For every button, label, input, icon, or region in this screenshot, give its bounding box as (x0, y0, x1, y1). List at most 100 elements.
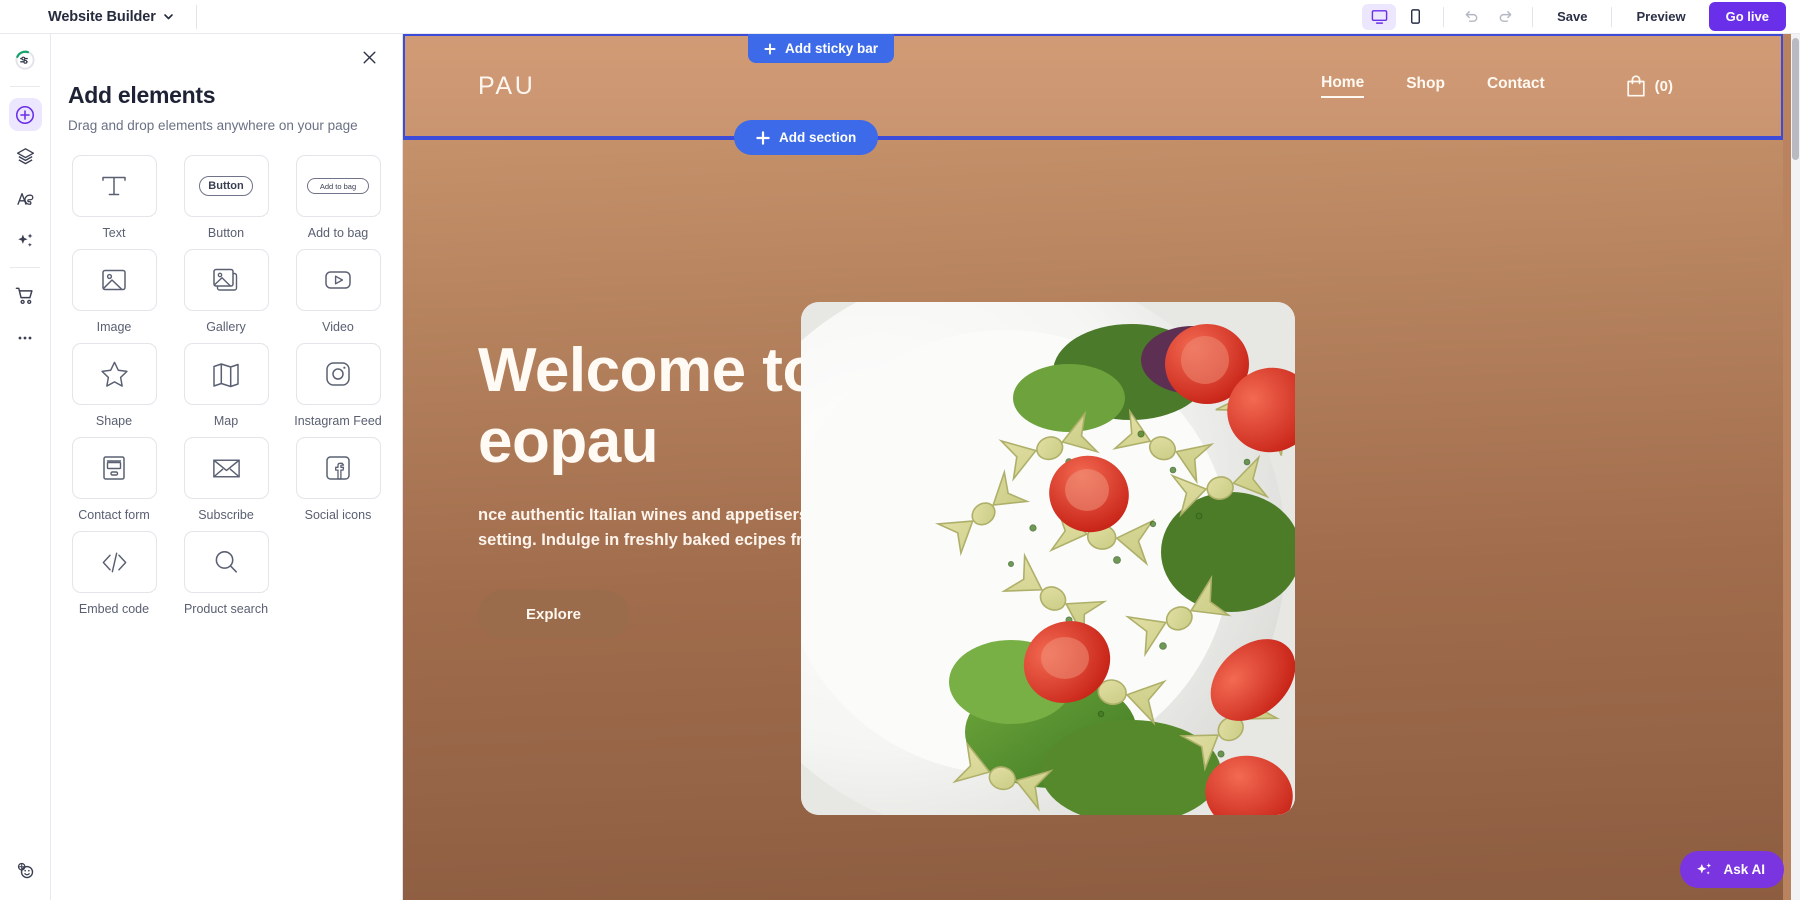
shopping-cart-icon (14, 285, 36, 307)
sidebar-item-ai-tools[interactable] (9, 224, 42, 257)
toolbar-divider (195, 4, 197, 29)
go-live-button[interactable]: Go live (1708, 2, 1786, 31)
add-sticky-bar-label: Add sticky bar (785, 41, 879, 56)
sparkles-icon (1695, 860, 1714, 879)
element-tile-subscribe[interactable]: Subscribe (177, 437, 275, 523)
sidebar-item-more[interactable] (9, 321, 42, 354)
rail-divider-2 (10, 267, 40, 268)
element-label: Instagram Feed (294, 414, 382, 428)
chevron-down-icon (163, 11, 174, 22)
site-preview: PAU Home Shop Contact (0) Welcome to eop… (403, 34, 1783, 900)
tile-box (71, 155, 157, 217)
brand-menu-button[interactable]: Website Builder (48, 9, 174, 25)
site-header-section[interactable]: PAU Home Shop Contact (0) (403, 34, 1783, 138)
element-tile-button[interactable]: Button Button (177, 155, 275, 241)
element-tile-instagram-feed[interactable]: Instagram Feed (289, 343, 387, 429)
element-tile-video[interactable]: Video (289, 249, 387, 335)
website-builder-app: Website Builder Save Preview Go live Add… (0, 0, 1800, 900)
element-label: Embed code (78, 602, 150, 616)
desktop-icon (1371, 8, 1388, 25)
sidebar-item-feedback[interactable] (9, 853, 42, 886)
toolbar-left-group: Website Builder (0, 0, 197, 33)
element-tile-social-icons[interactable]: Social icons (289, 437, 387, 523)
sidebar-item-layers[interactable] (9, 140, 42, 173)
canvas-scrollbar[interactable] (1791, 34, 1800, 900)
element-tile-embed-code[interactable]: Embed code (65, 531, 163, 617)
panel-title: Add elements (68, 82, 216, 108)
ask-ai-label: Ask AI (1723, 862, 1765, 877)
element-label: Add to bag (307, 226, 369, 240)
facebook-icon (322, 452, 354, 484)
site-navigation: Home Shop Contact (0) (1321, 74, 1673, 98)
tile-box (295, 343, 381, 405)
text-t-icon (97, 169, 131, 203)
explore-button[interactable]: Explore (478, 589, 630, 639)
element-tile-map[interactable]: Map (177, 343, 275, 429)
nav-link-shop[interactable]: Shop (1406, 75, 1445, 97)
sparkles-icon (15, 230, 36, 251)
mobile-view-button[interactable] (1398, 4, 1432, 30)
cart-button[interactable]: (0) (1625, 74, 1673, 98)
pesto-pasta-illustration (801, 302, 1295, 815)
preview-button[interactable]: Preview (1623, 4, 1698, 29)
save-button[interactable]: Save (1544, 4, 1600, 29)
undo-icon (1463, 8, 1480, 25)
envelope-icon (210, 452, 243, 485)
element-tile-image[interactable]: Image (65, 249, 163, 335)
element-label: Product search (183, 602, 269, 616)
add-to-bag-icon: Add to bag (307, 178, 369, 194)
add-elements-panel: Add elements Drag and drop elements anyw… (51, 34, 403, 900)
shopping-bag-icon (1625, 74, 1647, 98)
undo-button[interactable] (1455, 4, 1487, 30)
add-section-button[interactable]: Add section (734, 120, 879, 155)
tile-box (183, 343, 269, 405)
sidebar-item-setup-progress[interactable] (9, 43, 42, 76)
element-label: Social icons (304, 508, 372, 522)
element-tile-product-search[interactable]: Product search (177, 531, 275, 617)
element-label: Contact form (78, 508, 150, 522)
nav-link-home[interactable]: Home (1321, 74, 1365, 98)
left-icon-rail (0, 34, 51, 900)
gallery-icon (210, 264, 242, 296)
nav-link-contact[interactable]: Contact (1487, 75, 1545, 97)
element-label: Shape (95, 414, 133, 428)
button-icon: Button (199, 176, 253, 196)
sidebar-item-add-elements[interactable] (8, 98, 42, 131)
sidebar-item-store[interactable] (9, 279, 42, 312)
toolbar-divider-3 (1532, 6, 1534, 27)
redo-icon (1497, 8, 1514, 25)
site-logo: PAU (478, 71, 536, 100)
scrollbar-thumb[interactable] (1792, 38, 1799, 160)
desktop-view-button[interactable] (1362, 3, 1397, 30)
element-tile-gallery[interactable]: Gallery (177, 249, 275, 335)
embed-code-icon (98, 546, 131, 579)
element-label: Video (322, 320, 354, 334)
ellipsis-icon (15, 328, 35, 348)
star-shape-icon (98, 358, 131, 391)
layers-icon (15, 146, 36, 167)
video-play-icon (322, 264, 354, 296)
plus-icon (756, 130, 770, 145)
redo-button[interactable] (1489, 4, 1521, 30)
element-label: Button (207, 226, 245, 240)
top-toolbar: Website Builder Save Preview Go live (0, 0, 1800, 34)
toolbar-divider-2 (1443, 6, 1445, 27)
tile-box: Add to bag (295, 155, 381, 217)
element-label: Subscribe (198, 508, 254, 522)
ask-ai-button[interactable]: Ask AI (1680, 851, 1784, 888)
sidebar-item-design-theme[interactable] (9, 182, 42, 215)
element-tile-shape[interactable]: Shape (65, 343, 163, 429)
element-tile-text[interactable]: Text (65, 155, 163, 241)
element-tile-add-to-bag[interactable]: Add to bag Add to bag (289, 155, 387, 241)
tile-box (71, 249, 157, 311)
plus-circle-icon (14, 104, 36, 126)
close-panel-button[interactable] (354, 42, 384, 72)
element-tile-contact-form[interactable]: Contact form (65, 437, 163, 523)
progress-sliders-icon (14, 49, 36, 71)
brand-label: Website Builder (48, 8, 156, 25)
section-divider-line (403, 138, 1783, 140)
element-label: Gallery (206, 320, 246, 334)
element-label: Image (96, 320, 132, 334)
tile-box: Button (183, 155, 269, 217)
add-sticky-bar-button[interactable]: Add sticky bar (748, 34, 895, 63)
